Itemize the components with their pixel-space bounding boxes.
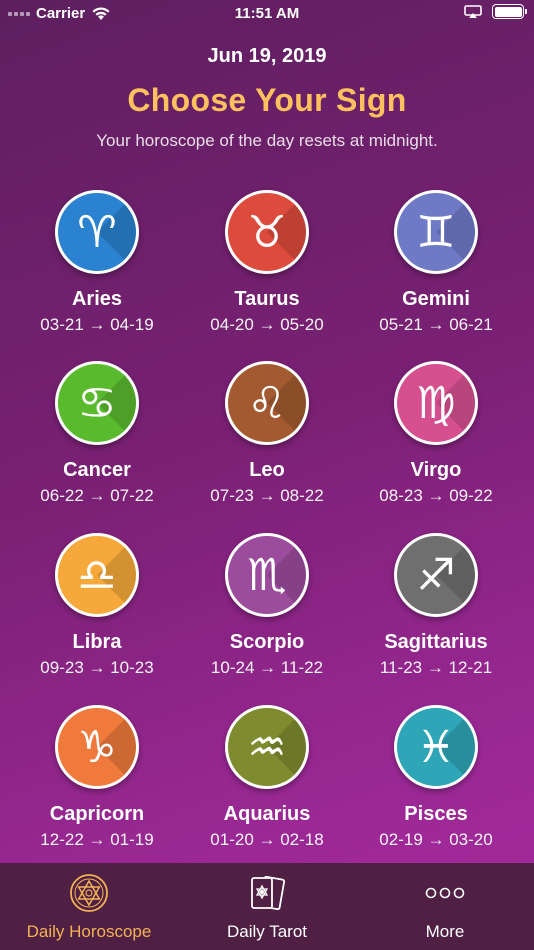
sign-dates: 12-22 → 01-19 [40,830,154,849]
sign-dates: 07-23 → 08-22 [210,486,324,505]
maiden-icon[interactable]: ♍ [394,361,478,445]
twins-icon[interactable]: ♊ [394,190,478,274]
sign-dates: 01-20 → 02-18 [210,830,324,849]
tab-label: Daily Tarot [227,922,307,941]
sign-name: Aquarius [223,803,311,825]
tab-label: More [425,922,465,941]
battery-icon [492,4,527,19]
tab-bar: Daily Horoscope Daily Tarot More [0,863,534,950]
crayfish-icon[interactable]: ♋ [55,361,139,445]
sign-glyph: ♑ [77,721,117,773]
sign-glyph: ♍ [416,377,456,429]
tab-more[interactable]: More [356,863,534,950]
sign-item-capricorn[interactable]: ♑ Capricorn 12-22 → 01-19 [12,705,182,850]
bull-icon[interactable]: ♉ [225,190,309,274]
lion-icon[interactable]: ♌ [225,361,309,445]
sign-name: Taurus [234,288,300,310]
tab-label: Daily Horoscope [26,922,152,941]
more-dots-icon [425,887,465,899]
sign-item-libra[interactable]: ♎ Libra 09-23 → 10-23 [12,533,182,678]
sign-glyph: ♏ [247,549,287,601]
sign-item-sagittarius[interactable]: ♐ Sagittarius 11-23 → 12-21 [351,533,521,678]
goat-icon[interactable]: ♑ [55,705,139,789]
sign-name: Pisces [404,803,468,825]
sign-dates: 11-23 → 12-21 [379,658,493,677]
sign-dates: 10-24 → 11-22 [210,658,324,677]
sign-glyph: ♊ [416,206,456,258]
sign-item-taurus[interactable]: ♉ Taurus 04-20 → 05-20 [182,190,352,335]
sign-item-pisces[interactable]: ♓ Pisces 02-19 → 03-20 [351,705,521,850]
scales-icon[interactable]: ♎ [55,533,139,617]
sign-name: Leo [249,459,285,481]
sign-glyph: ♉ [247,206,287,258]
page-title: Choose Your Sign [127,82,407,118]
current-date: Jun 19, 2019 [207,45,327,67]
sign-item-virgo[interactable]: ♍ Virgo 08-23 → 09-22 [351,361,521,506]
sign-dates: 02-19 → 03-20 [379,830,493,849]
sign-item-gemini[interactable]: ♊ Gemini 05-21 → 06-21 [351,190,521,335]
status-right [464,4,527,19]
sign-item-aries[interactable]: ♈ Aries 03-21 → 04-19 [12,190,182,335]
sign-glyph: ♒ [247,721,287,773]
sign-glyph: ♐ [416,549,456,601]
sign-glyph: ♎ [77,549,117,601]
bow-arrow-icon[interactable]: ♐ [394,533,478,617]
sign-name: Libra [72,631,122,653]
sign-item-aquarius[interactable]: ♒ Aquarius 01-20 → 02-18 [182,705,352,850]
sign-item-leo[interactable]: ♌ Leo 07-23 → 08-22 [182,361,352,506]
page-subtitle: Your horoscope of the day resets at midn… [96,131,438,150]
water-bearer-icon[interactable]: ♒ [225,705,309,789]
tab-daily-tarot[interactable]: Daily Tarot [178,863,356,950]
status-bar: Carrier 11:51 AM [0,0,534,28]
sign-name: Aries [71,288,123,310]
airplay-icon [464,4,482,18]
sign-item-cancer[interactable]: ♋ Cancer 06-22 → 07-22 [12,361,182,506]
sign-glyph: ♌ [247,377,287,429]
sign-dates: 04-20 → 05-20 [210,315,324,334]
sign-item-scorpio[interactable]: ♏ Scorpio 10-24 → 11-22 [182,533,352,678]
sign-name: Scorpio [229,631,305,653]
sign-name: Sagittarius [384,631,488,653]
sign-glyph: ♋ [77,377,117,429]
sign-name: Cancer [63,459,131,481]
hexagram-circle-icon [70,874,108,912]
sign-name: Virgo [410,459,462,481]
tab-daily-horoscope[interactable]: Daily Horoscope [0,863,178,950]
sign-dates: 09-23 → 10-23 [40,658,154,677]
scorpion-icon[interactable]: ♏ [225,533,309,617]
sign-glyph: ♈ [77,206,117,258]
status-time: 11:51 AM [234,5,300,22]
sign-dates: 08-23 → 09-22 [379,486,493,505]
sign-dates: 03-21 → 04-19 [40,315,154,334]
sign-glyph: ♓ [416,721,456,773]
sign-dates: 06-22 → 07-22 [40,486,154,505]
tarot-cards-icon [251,875,286,911]
sign-dates: 05-21 → 06-21 [379,315,493,334]
sign-name: Capricorn [49,803,145,825]
ram-icon[interactable]: ♈ [55,190,139,274]
sign-name: Gemini [402,288,470,310]
fish-icon[interactable]: ♓ [394,705,478,789]
